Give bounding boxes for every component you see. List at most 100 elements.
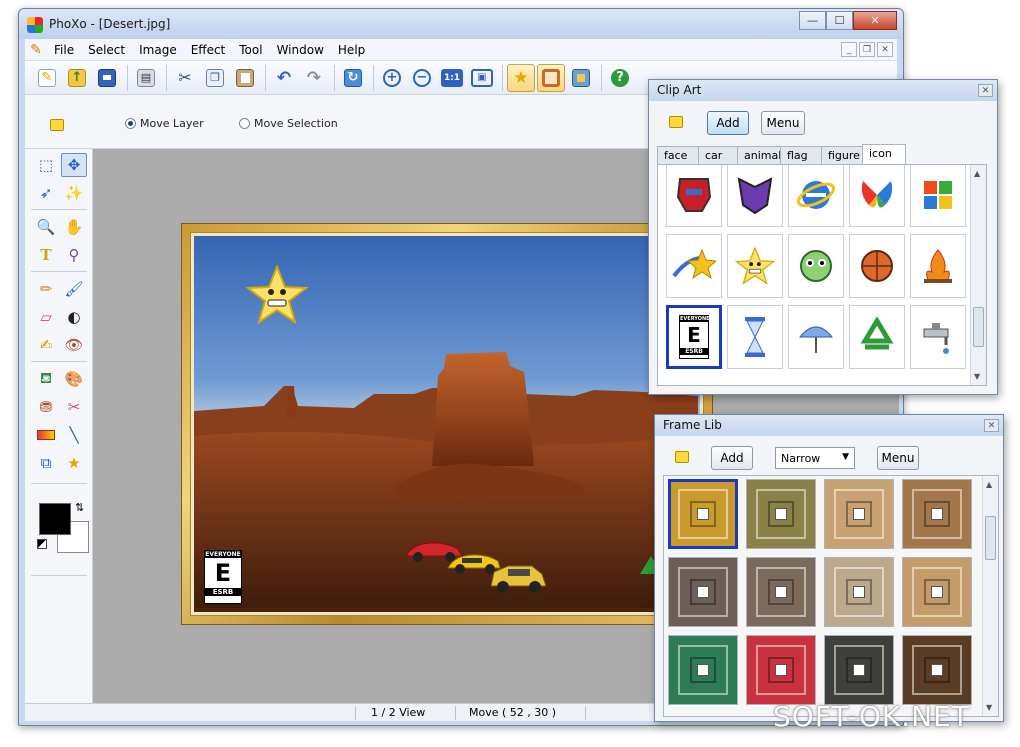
- hummer-car-icon[interactable]: [488, 560, 548, 594]
- smudge-tool-icon[interactable]: ✍: [33, 333, 59, 357]
- umbrella-icon[interactable]: [788, 305, 844, 369]
- eyedropper-icon[interactable]: ⚲: [61, 243, 87, 267]
- esrb-rating-badge[interactable]: EVERYONE E ESRB: [204, 550, 242, 604]
- basketball-icon[interactable]: [849, 234, 905, 298]
- red-eye-tool-icon[interactable]: 👁: [61, 333, 87, 357]
- shooting-star-icon[interactable]: [666, 234, 722, 298]
- save-icon[interactable]: [93, 64, 121, 92]
- fit-window-icon[interactable]: ▣: [468, 64, 496, 92]
- doc-close-button[interactable]: ✕: [877, 42, 893, 57]
- default-colors-icon[interactable]: [37, 539, 47, 549]
- minimize-button[interactable]: —: [799, 11, 826, 30]
- tab-flag[interactable]: flag: [780, 146, 822, 164]
- clip-art-scroll-thumb[interactable]: [973, 307, 984, 347]
- move-selection-radio[interactable]: Move Selection: [239, 117, 338, 130]
- frame-lib-title[interactable]: Frame Lib: [655, 415, 1003, 436]
- brush-tool-icon[interactable]: 🖌: [61, 277, 87, 301]
- move-layer-radio[interactable]: Move Layer: [125, 117, 204, 130]
- open-icon[interactable]: ↑: [63, 64, 91, 92]
- actual-size-icon[interactable]: 1:1: [438, 64, 466, 92]
- frame-thumbnail[interactable]: [824, 479, 894, 549]
- smiley-star-icon[interactable]: [245, 264, 309, 326]
- ie-logo-icon[interactable]: [788, 165, 844, 227]
- frame-thumbnail[interactable]: [668, 557, 738, 627]
- layers-panel-icon[interactable]: [567, 64, 595, 92]
- refresh-icon[interactable]: ↻: [339, 64, 367, 92]
- green-monster-icon[interactable]: [788, 234, 844, 298]
- frame-lib-scrollbar[interactable]: ▲ ▼: [982, 476, 998, 716]
- frame-thumbnail[interactable]: [902, 557, 972, 627]
- frame-thumbnail[interactable]: [824, 557, 894, 627]
- new-icon[interactable]: ✎: [33, 64, 61, 92]
- clip-art-add-button[interactable]: Add: [707, 111, 749, 135]
- text-tool-icon[interactable]: T: [33, 243, 59, 267]
- frame-style-select[interactable]: Narrow ▼: [775, 447, 855, 469]
- menu-effect[interactable]: Effect: [184, 39, 233, 61]
- palette-tool-icon[interactable]: 🎨: [61, 367, 87, 391]
- clipart-panel-icon[interactable]: ★: [507, 63, 535, 92]
- decepticon-icon[interactable]: [727, 165, 783, 227]
- frame-thumbnail[interactable]: [746, 635, 816, 705]
- zoom-tool-icon[interactable]: 🔍: [33, 215, 59, 239]
- frame-lib-scroll-thumb[interactable]: [985, 516, 996, 560]
- transform-tool-icon[interactable]: ⧉: [33, 451, 59, 475]
- menu-file[interactable]: File: [47, 39, 81, 61]
- hand-tool-icon[interactable]: ✋: [61, 215, 87, 239]
- clipart-tool-icon[interactable]: ★: [61, 451, 87, 475]
- frame-thumbnail[interactable]: [902, 635, 972, 705]
- tab-icon[interactable]: icon: [862, 144, 906, 164]
- redo-icon[interactable]: ↷: [300, 64, 328, 92]
- gradient-tool-icon[interactable]: [33, 423, 59, 447]
- title-bar[interactable]: PhoXo - [Desert.jpg] — ☐ ✕: [19, 9, 903, 39]
- frame-thumbnail[interactable]: [746, 479, 816, 549]
- doc-minimize-button[interactable]: _: [841, 42, 857, 57]
- help-icon[interactable]: ?: [606, 64, 634, 92]
- tab-face[interactable]: face: [657, 146, 699, 164]
- smiley-star-icon[interactable]: [727, 234, 783, 298]
- cut-icon[interactable]: ✂: [171, 64, 199, 92]
- frame-thumbnail[interactable]: [746, 557, 816, 627]
- menu-help[interactable]: Help: [331, 39, 372, 61]
- faucet-icon[interactable]: [910, 305, 966, 369]
- fill-tool-icon[interactable]: ⛾: [33, 367, 59, 391]
- maximize-button[interactable]: ☐: [826, 11, 853, 30]
- windows-logo-icon[interactable]: [910, 165, 966, 227]
- msn-butterfly-icon[interactable]: [849, 165, 905, 227]
- pencil-tool-icon[interactable]: ✏: [33, 277, 59, 301]
- hourglass-icon[interactable]: [727, 305, 783, 369]
- magic-wand-icon[interactable]: ✨: [61, 181, 87, 205]
- frame-thumbnail[interactable]: [668, 479, 738, 549]
- heal-tool-icon[interactable]: ✂: [61, 395, 87, 419]
- close-button[interactable]: ✕: [853, 11, 897, 30]
- menu-select[interactable]: Select: [81, 39, 132, 61]
- frame-panel-icon[interactable]: [537, 63, 565, 92]
- clip-art-scrollbar[interactable]: ▲ ▼: [970, 165, 986, 385]
- desert-photo[interactable]: EVERYONE E ESRB: [194, 236, 700, 612]
- tab-animal[interactable]: animal: [737, 146, 781, 164]
- menu-tool[interactable]: Tool: [232, 39, 269, 61]
- zoom-in-icon[interactable]: +: [378, 64, 406, 92]
- frame-lib-add-button[interactable]: Add: [711, 446, 753, 470]
- tab-figure[interactable]: figure: [821, 146, 863, 164]
- eraser-tool-icon[interactable]: ▱: [33, 305, 59, 329]
- frame-thumbnail[interactable]: [902, 479, 972, 549]
- frame-thumbnail[interactable]: [668, 635, 738, 705]
- menu-window[interactable]: Window: [270, 39, 331, 61]
- swap-colors-icon[interactable]: ⇅: [75, 501, 84, 514]
- foreground-color-swatch[interactable]: [39, 503, 71, 535]
- contrast-tool-icon[interactable]: ◐: [61, 305, 87, 329]
- paste-icon[interactable]: [231, 64, 259, 92]
- print-icon[interactable]: ▤: [132, 64, 160, 92]
- frame-lib-menu-button[interactable]: Menu: [877, 446, 919, 470]
- zoom-out-icon[interactable]: −: [408, 64, 436, 92]
- autobot-icon[interactable]: [666, 165, 722, 227]
- menu-image[interactable]: Image: [132, 39, 184, 61]
- tab-car[interactable]: car: [698, 146, 738, 164]
- line-tool-icon[interactable]: ╲: [61, 423, 87, 447]
- stamp-tool-icon[interactable]: ⛃: [33, 395, 59, 419]
- lasso-select-icon[interactable]: ➶: [33, 181, 59, 205]
- campfire-icon[interactable]: [910, 234, 966, 298]
- frame-thumbnail[interactable]: [824, 635, 894, 705]
- rect-select-icon[interactable]: ⬚: [33, 153, 59, 177]
- frame-lib-close-button[interactable]: ✕: [984, 419, 999, 432]
